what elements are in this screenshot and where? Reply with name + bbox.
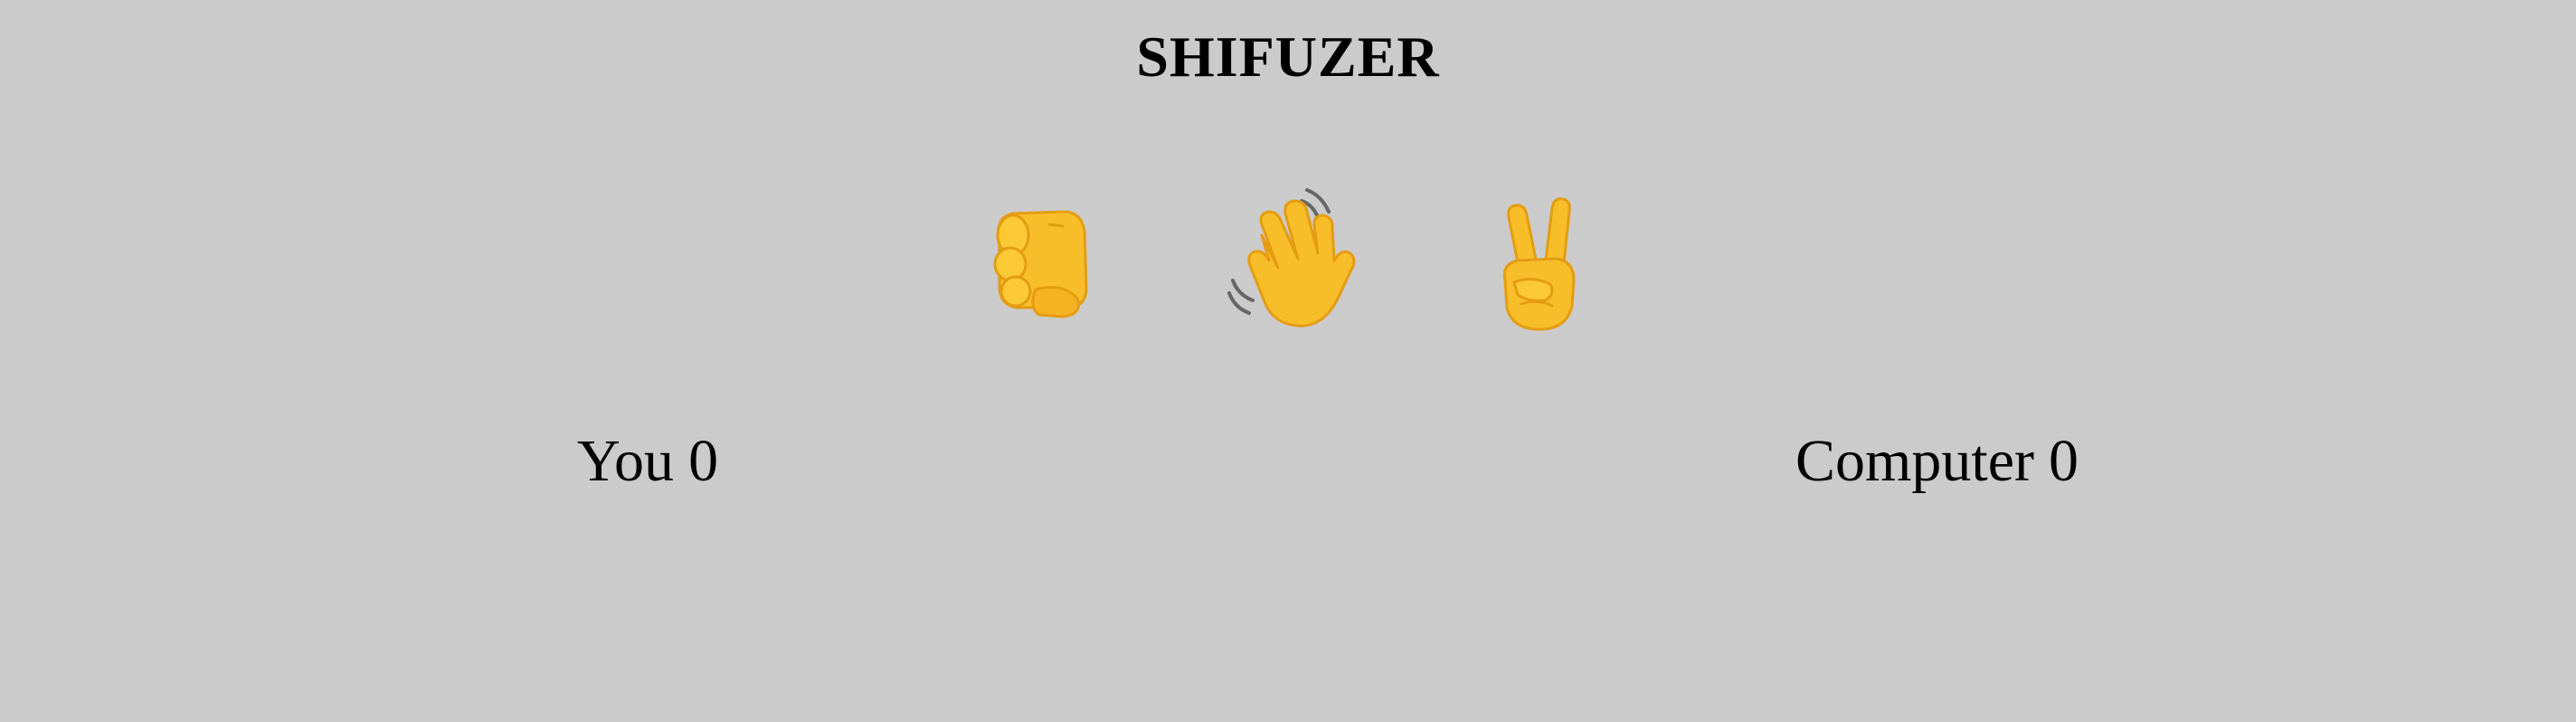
- oncoming-fist-icon: [993, 210, 1088, 318]
- computer-score-label: Computer: [1795, 428, 2034, 494]
- computer-score-value: 0: [2048, 428, 2079, 494]
- computer-score: Computer 0: [1795, 425, 2079, 498]
- player-score-label: You: [577, 428, 675, 494]
- paper-choice-button[interactable]: [1226, 181, 1379, 335]
- scissors-choice-button[interactable]: [1465, 181, 1619, 335]
- waving-hand-icon: [1227, 188, 1356, 328]
- game-title: SHIFUZER: [1136, 24, 1440, 89]
- rock-choice-button[interactable]: [963, 181, 1117, 335]
- victory-hand-icon: [1502, 197, 1576, 331]
- player-score-value: 0: [688, 428, 719, 494]
- player-score: You 0: [577, 425, 718, 498]
